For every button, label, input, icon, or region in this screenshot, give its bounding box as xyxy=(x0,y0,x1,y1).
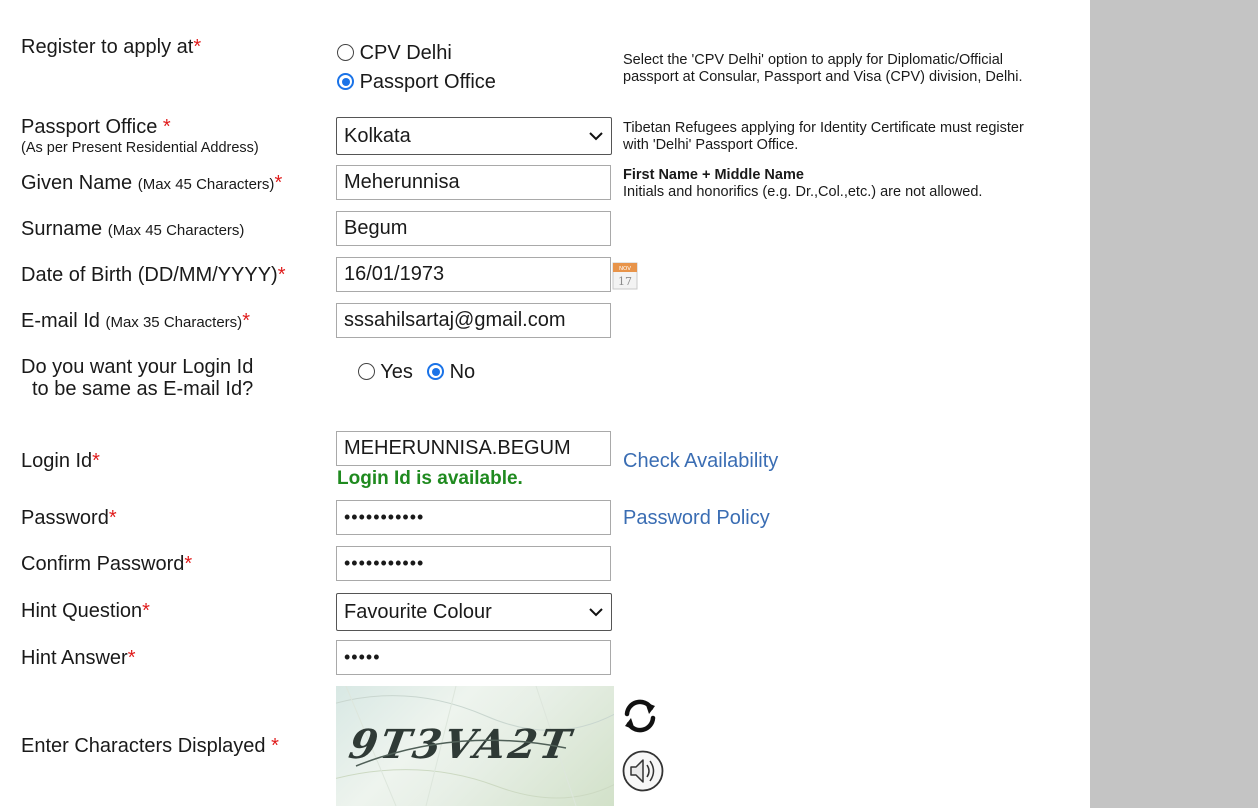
dob-label: Date of Birth (DD/MM/YYYY)* xyxy=(21,264,286,286)
email-label: E-mail Id (Max 35 Characters)* xyxy=(21,310,250,332)
login-same-label-line1: Do you want your Login Id xyxy=(21,356,254,378)
chevron-down-icon xyxy=(589,132,603,141)
dob-input[interactable]: 16/01/1973 xyxy=(336,257,611,292)
radio-login-same-yes[interactable]: Yes xyxy=(358,361,413,384)
confirm-password-label: Confirm Password* xyxy=(21,553,193,575)
required-asterisk: * xyxy=(162,116,171,138)
required-asterisk: * xyxy=(127,647,136,669)
calendar-day-text: 17 xyxy=(618,275,632,288)
radio-cpv-delhi[interactable]: CPV Delhi xyxy=(337,42,452,65)
passport-office-help-text: Tibetan Refugees applying for Identity C… xyxy=(623,120,1024,153)
required-asterisk: * xyxy=(184,553,193,575)
radio-icon[interactable] xyxy=(337,44,354,61)
login-same-label-line2: to be same as E-mail Id? xyxy=(32,378,254,400)
captcha-image: 9T3VA2T xyxy=(336,686,614,806)
refresh-captcha-icon[interactable] xyxy=(621,697,659,735)
passport-office-label: Passport Office * xyxy=(21,116,171,138)
required-asterisk: * xyxy=(271,735,279,757)
radio-selected-icon[interactable] xyxy=(337,73,354,90)
password-label: Password* xyxy=(21,507,117,529)
required-asterisk: * xyxy=(142,600,150,622)
radio-cpv-delhi-label: CPV Delhi xyxy=(359,42,452,64)
passport-office-select[interactable]: Kolkata xyxy=(336,117,612,155)
required-asterisk: * xyxy=(92,450,100,472)
chevron-down-icon xyxy=(589,608,603,617)
calendar-icon[interactable]: NOV 17 xyxy=(612,262,638,290)
required-asterisk: * xyxy=(274,172,283,194)
hint-question-value: Favourite Colour xyxy=(344,601,492,623)
captcha-noise: 9T3VA2T xyxy=(336,686,614,806)
required-asterisk: * xyxy=(193,36,202,58)
required-asterisk: * xyxy=(108,507,117,529)
right-side-panel xyxy=(1090,0,1258,808)
given-name-label: Given Name (Max 45 Characters)* xyxy=(21,172,283,194)
surname-input[interactable]: Begum xyxy=(336,211,611,246)
email-input[interactable]: sssahilsartaj@gmail.com xyxy=(336,303,611,338)
login-id-input[interactable]: MEHERUNNISA.BEGUM xyxy=(336,431,611,466)
register-label: Register to apply at* xyxy=(21,36,202,58)
hint-question-select[interactable]: Favourite Colour xyxy=(336,593,612,631)
hint-answer-label: Hint Answer* xyxy=(21,647,136,669)
radio-selected-icon[interactable] xyxy=(427,363,444,380)
required-asterisk: * xyxy=(242,310,250,332)
audio-captcha-icon[interactable] xyxy=(622,749,664,793)
passport-office-value: Kolkata xyxy=(344,125,411,147)
radio-yes-label: Yes xyxy=(380,361,413,383)
check-availability-link[interactable]: Check Availability xyxy=(623,450,778,473)
given-name-help-bold: First Name + Middle Name xyxy=(623,167,804,183)
calendar-month-text: NOV xyxy=(619,266,631,272)
register-help-text: Select the 'CPV Delhi' option to apply f… xyxy=(623,52,1023,85)
login-id-label: Login Id* xyxy=(21,450,100,472)
login-availability-status: Login Id is available. xyxy=(337,468,523,489)
radio-passport-office-label: Passport Office xyxy=(359,71,496,93)
given-name-help: First Name + Middle Name Initials and ho… xyxy=(623,167,1053,201)
radio-login-same-no[interactable]: No xyxy=(427,361,475,384)
given-name-help-text: Initials and honorifics (e.g. Dr.,Col.,e… xyxy=(623,184,983,200)
hint-answer-input[interactable]: ••••• xyxy=(336,640,611,675)
captcha-label: Enter Characters Displayed * xyxy=(21,735,279,757)
radio-icon[interactable] xyxy=(358,363,375,380)
required-asterisk: * xyxy=(277,264,286,286)
password-policy-link[interactable]: Password Policy xyxy=(623,507,770,530)
passport-office-sublabel: (As per Present Residential Address) xyxy=(21,140,259,156)
password-input[interactable]: ••••••••••• xyxy=(336,500,611,535)
confirm-password-input[interactable]: ••••••••••• xyxy=(336,546,611,581)
hint-question-label: Hint Question* xyxy=(21,600,150,622)
radio-passport-office[interactable]: Passport Office xyxy=(337,71,496,94)
surname-label: Surname (Max 45 Characters) xyxy=(21,218,245,240)
radio-no-label: No xyxy=(449,361,476,383)
given-name-input[interactable]: Meherunnisa xyxy=(336,165,611,200)
